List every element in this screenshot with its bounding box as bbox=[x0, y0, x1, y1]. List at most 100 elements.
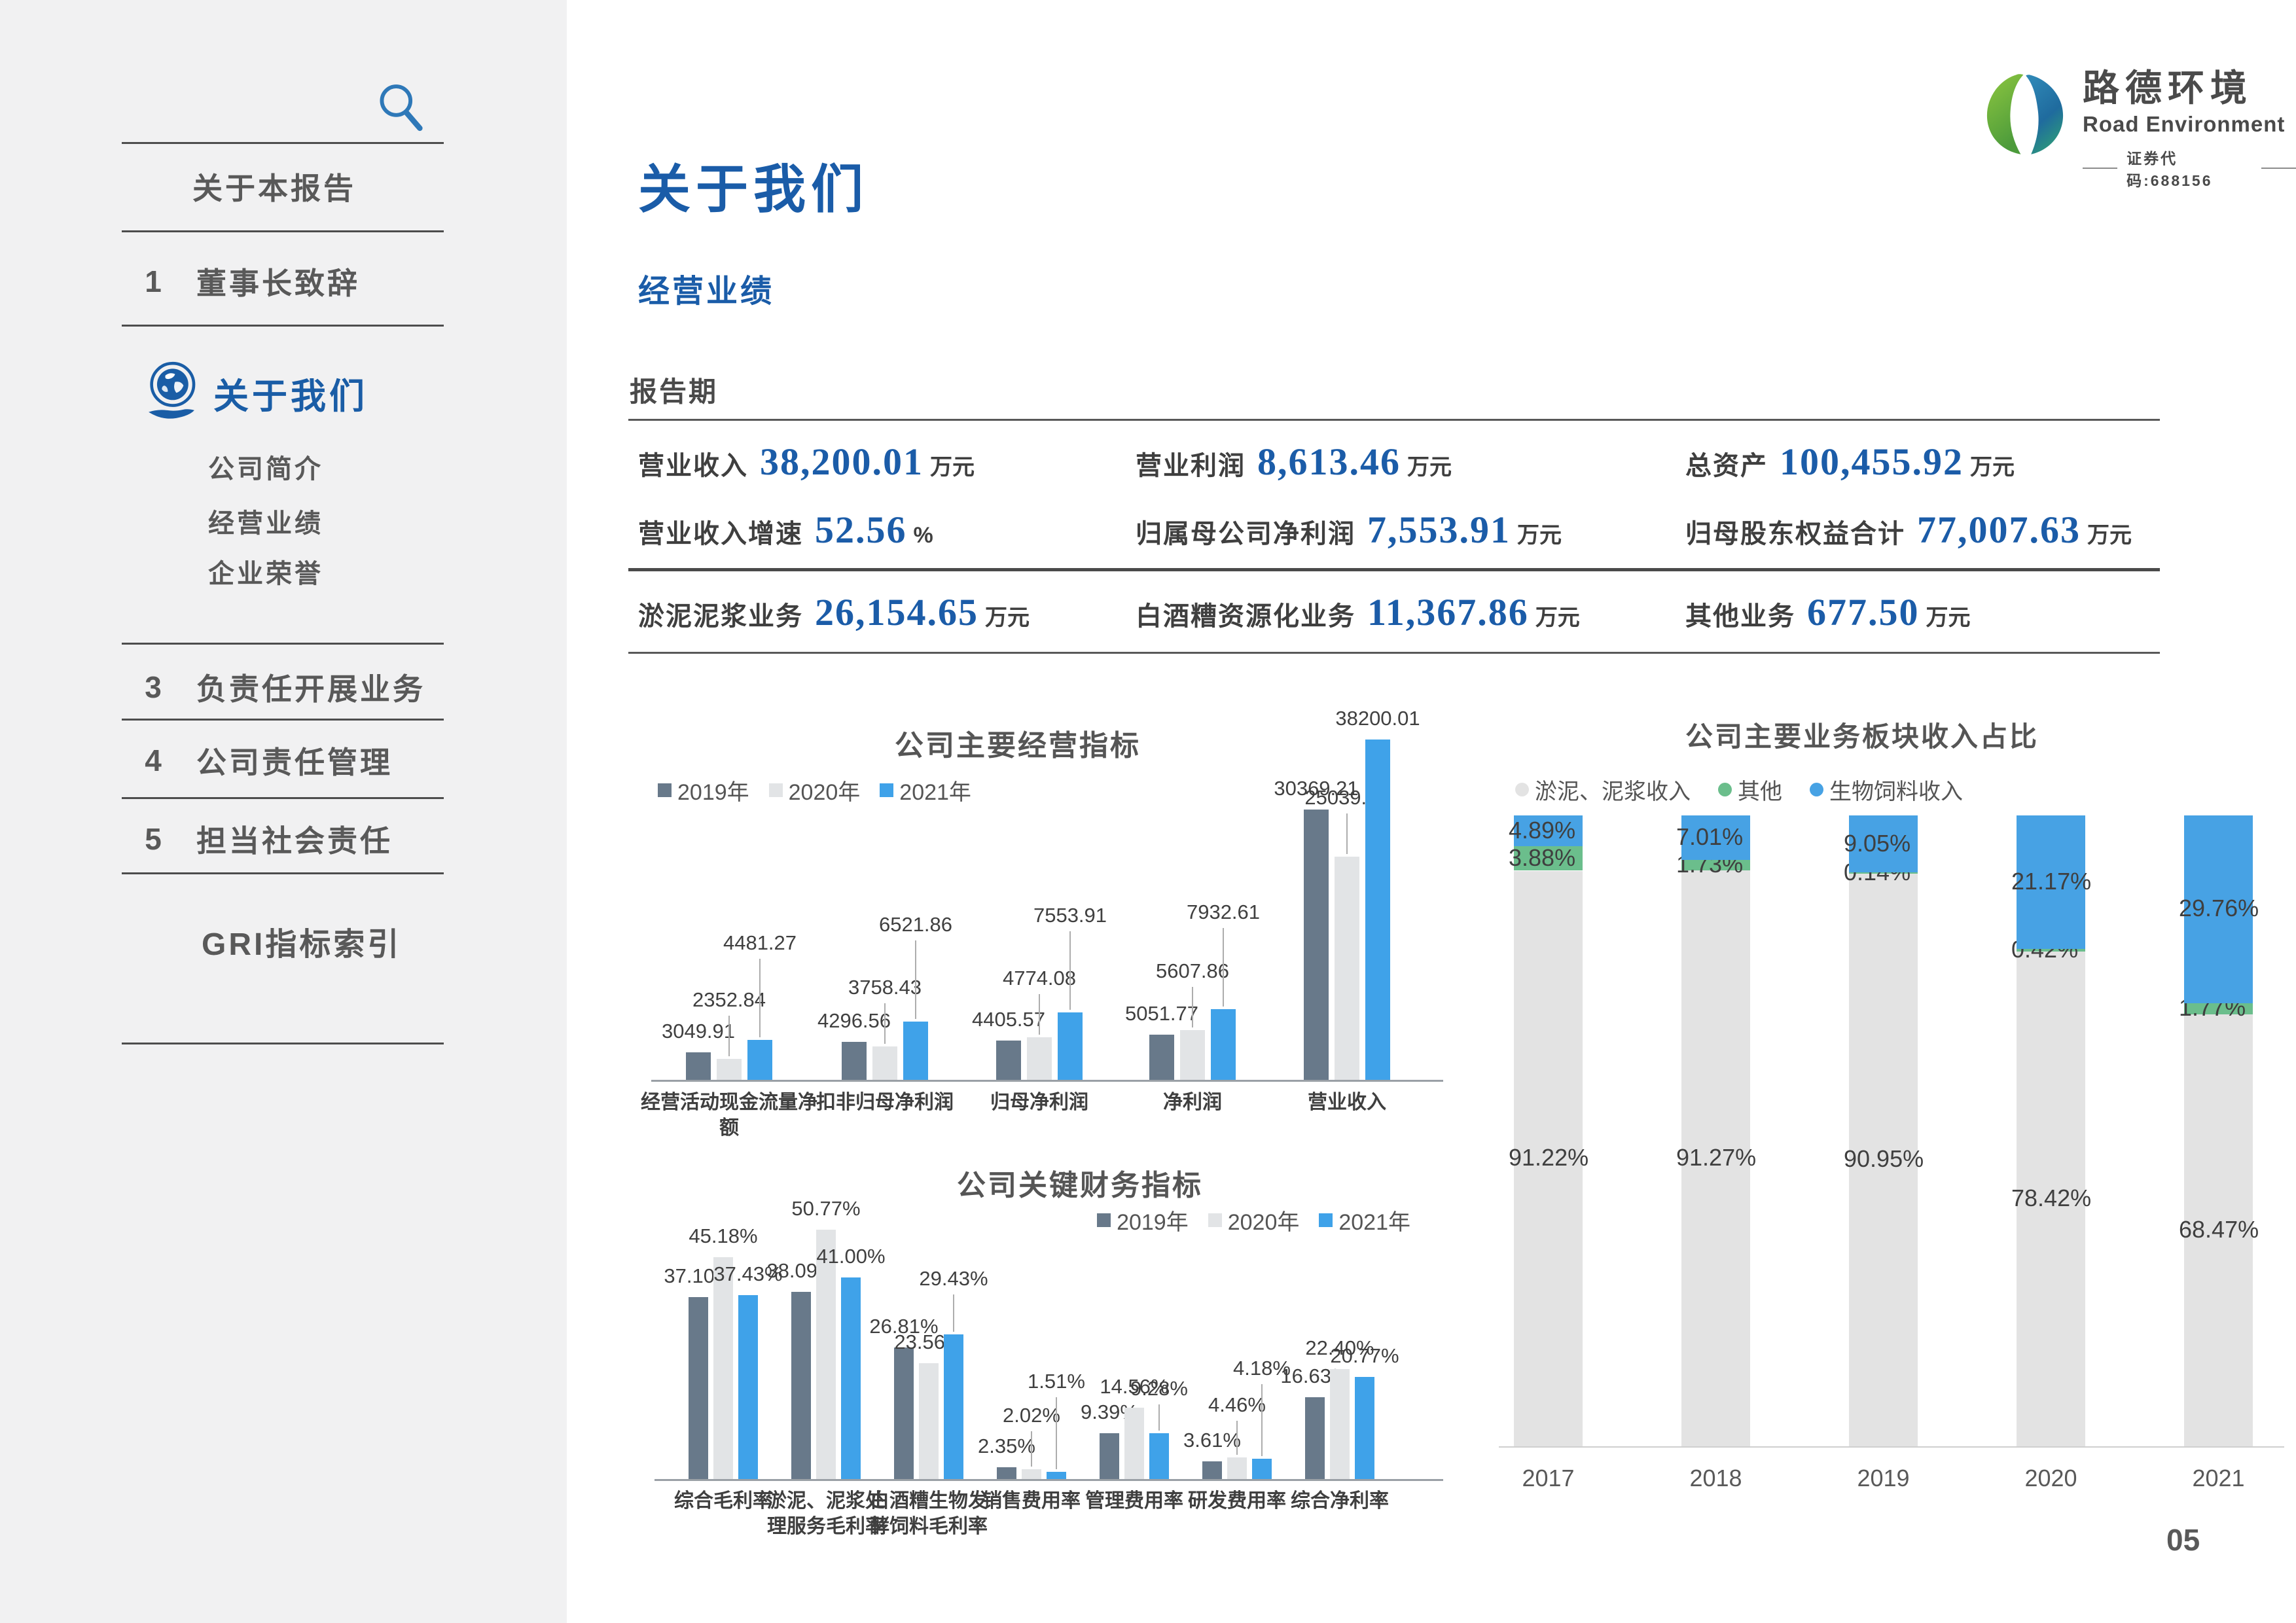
bar-label: 50.77% bbox=[754, 1197, 898, 1221]
metric-value: 77,007.63 bbox=[1917, 508, 2081, 552]
metric-value: 677.50 bbox=[1807, 590, 1920, 634]
label-leader-line bbox=[1236, 1421, 1238, 1455]
bar bbox=[686, 1052, 711, 1080]
metric-label: 其他业务 bbox=[1685, 595, 1795, 633]
label-leader-line bbox=[1223, 928, 1224, 1007]
bar-label: 2352.84 bbox=[657, 988, 801, 1012]
metric-label: 淤泥泥浆业务 bbox=[638, 595, 803, 633]
segment-label: 78.42% bbox=[2011, 1185, 2091, 1212]
bar bbox=[841, 1277, 861, 1479]
segment-label: 90.95% bbox=[1844, 1145, 1924, 1173]
sidebar-item-label: 担当社会责任 bbox=[196, 817, 393, 861]
metric-label: 营业利润 bbox=[1136, 444, 1246, 482]
metric-unit: 万元 bbox=[930, 449, 975, 481]
bar bbox=[1022, 1469, 1041, 1479]
bar bbox=[842, 1042, 867, 1080]
legend-item: 2019年 bbox=[658, 774, 749, 806]
legend-item: 2020年 bbox=[1208, 1204, 1300, 1236]
label-leader-line bbox=[915, 940, 916, 1019]
bar bbox=[997, 1467, 1016, 1479]
metric-value: 52.56 bbox=[815, 508, 907, 552]
metric-cell: 白酒糟资源化业务 11,367.86万元 bbox=[1136, 590, 1580, 634]
bar-label: 20.77% bbox=[1293, 1344, 1437, 1368]
bar bbox=[1330, 1369, 1350, 1479]
legend-swatch-icon bbox=[1718, 783, 1732, 796]
x-axis bbox=[1499, 1446, 2284, 1448]
legend-item: 淤泥、泥浆收入 bbox=[1515, 774, 1691, 806]
divider bbox=[122, 325, 444, 327]
metric-label: 营业收入 bbox=[638, 444, 748, 482]
segment-label: 29.76% bbox=[2179, 895, 2259, 922]
bar bbox=[1365, 740, 1390, 1080]
sidebar-item-label: 公司责任管理 bbox=[196, 739, 393, 782]
metric-cell: 营业利润8,613.46万元 bbox=[1136, 440, 1452, 484]
bar bbox=[1304, 810, 1329, 1080]
label-leader-line bbox=[1031, 1431, 1032, 1467]
sidebar-item-gri-index[interactable]: GRI指标索引 bbox=[0, 921, 567, 961]
sidebar-item-label: 关于本报告 bbox=[192, 165, 356, 208]
metric-cell: 淤泥泥浆业务26,154.65万元 bbox=[638, 590, 1030, 634]
metric-cell: 总资产100,455.92万元 bbox=[1685, 440, 2015, 484]
sidebar-item-corporate-honors[interactable]: 企业荣誉 bbox=[0, 555, 567, 588]
legend-swatch-icon bbox=[1810, 783, 1823, 796]
divider bbox=[122, 142, 444, 144]
bar-label: 7553.91 bbox=[998, 904, 1142, 927]
metric-unit: 万元 bbox=[1970, 449, 2015, 481]
sidebar-item-chairman-address[interactable]: 1 董事长致辞 bbox=[0, 262, 567, 301]
sidebar-item-number: 4 bbox=[140, 743, 166, 778]
bar-label: 41.00% bbox=[779, 1245, 923, 1268]
label-leader-line bbox=[1158, 1404, 1160, 1431]
label-leader-line bbox=[1261, 1384, 1263, 1456]
sidebar-item-number: 1 bbox=[140, 264, 166, 299]
bar-label: 29.43% bbox=[882, 1267, 1026, 1291]
sidebar-item-business-performance[interactable]: 经营业绩 bbox=[0, 505, 567, 537]
chart-title: 公司主要业务板块收入占比 bbox=[1587, 715, 2137, 755]
sidebar-item-social-responsibility[interactable]: 5 担当社会责任 bbox=[0, 819, 567, 859]
label-leader-line bbox=[884, 1003, 886, 1044]
bar-label: 9.39% bbox=[1037, 1400, 1181, 1424]
sidebar-item-about-us[interactable]: 关于我们 bbox=[0, 366, 567, 419]
segment-label: 91.22% bbox=[1509, 1144, 1588, 1171]
metric-unit: 万元 bbox=[1535, 599, 1580, 632]
legend-label: 其他 bbox=[1738, 774, 1782, 806]
metric-cell: 归属母公司净利润7,553.91万元 bbox=[1136, 508, 1562, 552]
segment-label: 4.89% bbox=[1509, 817, 1575, 844]
bar bbox=[1100, 1433, 1119, 1479]
legend-item: 2019年 bbox=[1097, 1204, 1189, 1236]
label-leader-line bbox=[1039, 994, 1040, 1035]
legend-item: 2020年 bbox=[769, 774, 861, 806]
sidebar-item-responsibility-management[interactable]: 4 公司责任管理 bbox=[0, 741, 567, 780]
legend-swatch-icon bbox=[1515, 783, 1529, 796]
bar-label: 25039.95 bbox=[1275, 786, 1419, 810]
legend-swatch-icon bbox=[658, 783, 672, 797]
company-logo: 路德环境 Road Environment 证券代码:688156 bbox=[1982, 69, 2296, 190]
bar bbox=[689, 1297, 708, 1479]
bar-label: 4774.08 bbox=[967, 967, 1111, 990]
sidebar: 关于本报告 1 董事长致辞 关于我们 公司简介 经营业绩 bbox=[0, 0, 567, 1623]
bar-label: 2.35% bbox=[935, 1435, 1079, 1458]
legend-item: 其他 bbox=[1718, 774, 1782, 806]
sidebar-item-company-profile[interactable]: 公司简介 bbox=[0, 450, 567, 483]
logo-leaf-icon bbox=[1982, 69, 2068, 160]
year-label: 2017 bbox=[1496, 1465, 1601, 1492]
legend-swatch-icon bbox=[880, 783, 893, 797]
legend-label: 生物饲料收入 bbox=[1829, 774, 1963, 806]
sidebar-item-responsible-business[interactable]: 3 负责任开展业务 bbox=[0, 668, 567, 707]
logo-company-name-cn: 路德环境 bbox=[2083, 69, 2296, 108]
page-number: 05 bbox=[2166, 1522, 2200, 1558]
metric-cell: 归母股东权益合计77,007.63万元 bbox=[1685, 508, 2132, 552]
sidebar-item-about-report[interactable]: 关于本报告 bbox=[0, 167, 567, 206]
segment-label: 68.47% bbox=[2179, 1216, 2259, 1243]
bar-label: 23.56% bbox=[857, 1330, 1001, 1354]
bar bbox=[1027, 1037, 1052, 1080]
metric-label: 营业收入增速 bbox=[638, 512, 803, 550]
legend-label: 2020年 bbox=[1228, 1204, 1300, 1236]
year-label: 2018 bbox=[1664, 1465, 1768, 1492]
metric-value: 11,367.86 bbox=[1367, 590, 1529, 634]
bar bbox=[1227, 1457, 1247, 1479]
metric-label: 白酒糟资源化业务 bbox=[1136, 595, 1355, 633]
divider bbox=[122, 643, 444, 645]
legend-item: 2021年 bbox=[1319, 1204, 1410, 1236]
bar bbox=[791, 1292, 811, 1479]
search-icon[interactable] bbox=[373, 80, 428, 135]
